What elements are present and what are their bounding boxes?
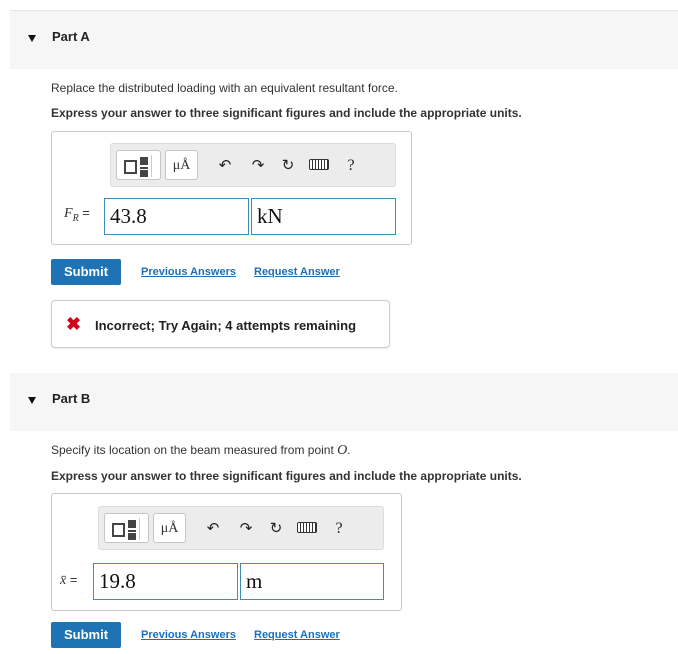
- variable-symbol: F: [64, 206, 73, 221]
- collapse-caret-icon[interactable]: [28, 35, 36, 42]
- equals-sign: =: [82, 205, 90, 220]
- units-button[interactable]: μÅ: [165, 150, 198, 180]
- unit-input[interactable]: kN: [251, 198, 396, 235]
- templates-button[interactable]: [116, 150, 161, 180]
- variable-subscript: R: [72, 212, 79, 224]
- feedback-box: ✖ Incorrect; Try Again; 4 attempts remai…: [51, 300, 390, 348]
- previous-answers-link[interactable]: Previous Answers: [141, 266, 236, 278]
- variable-symbol: x̄: [60, 573, 67, 588]
- feedback-text: Incorrect; Try Again; 4 attempts remaini…: [95, 318, 357, 333]
- part-a-instruction: Express your answer to three significant…: [51, 106, 522, 120]
- value-input[interactable]: 43.8: [104, 198, 249, 235]
- question-text: Specify its location on the beam measure…: [51, 443, 338, 457]
- previous-answers-link[interactable]: Previous Answers: [141, 629, 236, 641]
- submit-button[interactable]: Submit: [51, 259, 121, 285]
- keyboard-icon[interactable]: [297, 522, 317, 533]
- request-answer-link[interactable]: Request Answer: [254, 629, 340, 641]
- part-a-question: Replace the distributed loading with an …: [51, 81, 398, 95]
- part-b-instruction: Express your answer to three significant…: [51, 469, 522, 483]
- undo-icon[interactable]: ↶: [202, 518, 224, 540]
- part-a-answer-box: μÅ ↶ ↷ ↻ ? FR = 43.8 kN: [51, 131, 412, 245]
- request-answer-link[interactable]: Request Answer: [254, 266, 340, 278]
- reset-icon[interactable]: ↻: [265, 518, 287, 540]
- part-b-answer-box: μÅ ↶ ↷ ↻ ? x̄ = 19.8 m: [51, 493, 402, 611]
- question-end: .: [347, 443, 351, 457]
- value-input[interactable]: 19.8: [93, 563, 238, 600]
- help-icon[interactable]: ?: [343, 155, 359, 177]
- redo-icon[interactable]: ↷: [235, 518, 257, 540]
- equals-sign: =: [69, 572, 78, 587]
- error-x-icon: ✖: [66, 314, 82, 334]
- fraction-template-icon: [124, 160, 137, 174]
- unit-input[interactable]: m: [240, 563, 384, 600]
- fraction-template-icon: [112, 523, 125, 537]
- collapse-caret-icon[interactable]: [28, 397, 36, 404]
- templates-button[interactable]: [104, 513, 149, 543]
- part-b-header[interactable]: Part B: [10, 373, 678, 431]
- reset-icon[interactable]: ↻: [277, 155, 299, 177]
- redo-icon[interactable]: ↷: [247, 155, 269, 177]
- units-button[interactable]: μÅ: [153, 513, 186, 543]
- point-label: O: [337, 443, 348, 458]
- part-a-title: Part A: [52, 29, 90, 44]
- keyboard-icon[interactable]: [309, 159, 329, 170]
- submit-button[interactable]: Submit: [51, 622, 121, 648]
- math-toolbar: μÅ ↶ ↷ ↻ ?: [98, 506, 384, 550]
- variable-label: x̄ =: [60, 572, 77, 589]
- help-icon[interactable]: ?: [331, 518, 347, 540]
- part-a-header[interactable]: Part A: [10, 11, 678, 69]
- part-b-title: Part B: [52, 391, 91, 406]
- math-toolbar: μÅ ↶ ↷ ↻ ?: [110, 143, 396, 187]
- part-b-question: Specify its location on the beam measure…: [51, 443, 351, 459]
- undo-icon[interactable]: ↶: [214, 155, 236, 177]
- variable-label: FR =: [64, 205, 90, 224]
